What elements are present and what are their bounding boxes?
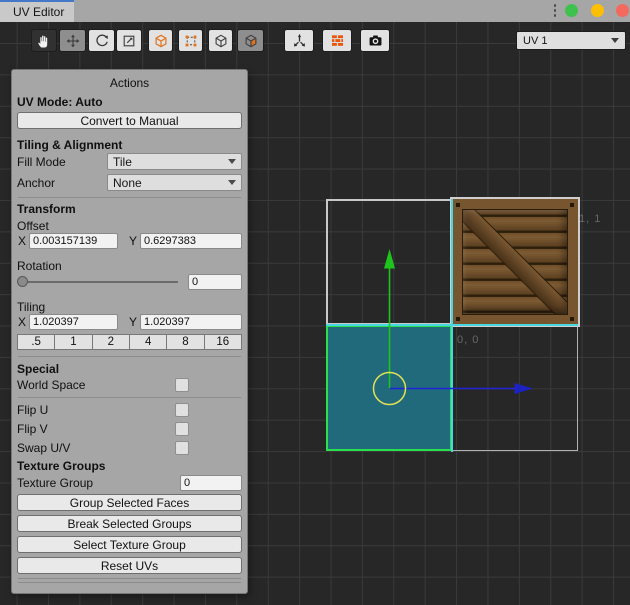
window-button-green[interactable]: [565, 4, 578, 17]
quick-tiling-8-button[interactable]: 8: [166, 334, 204, 350]
bottom-divider: [18, 582, 241, 583]
fill-mode-label: Fill Mode: [17, 155, 107, 169]
flip-v-label: Flip V: [17, 422, 175, 436]
quick-tiling-05-button[interactable]: .5: [17, 334, 55, 350]
flip-u-label: Flip U: [17, 403, 175, 417]
anchor-dropdown[interactable]: None: [107, 174, 242, 191]
offset-y-label: Y: [128, 234, 137, 248]
tiling-label: Tiling: [17, 300, 242, 313]
vertex-mode-icon: [183, 33, 199, 49]
selected-face-quad[interactable]: [326, 325, 452, 451]
tiling-x-label: X: [17, 315, 26, 329]
swap-uv-checkbox[interactable]: [175, 441, 189, 455]
hand-icon: [36, 33, 52, 49]
object-cube-icon: [153, 33, 169, 49]
tab-uv-editor[interactable]: UV Editor: [0, 0, 74, 22]
render-uv-template-button[interactable]: [322, 29, 352, 52]
fill-mode-dropdown[interactable]: Tile: [107, 153, 242, 170]
vertex-mode-button[interactable]: [178, 29, 203, 52]
transform-header: Transform: [17, 202, 242, 215]
crate-bolt: [570, 317, 574, 321]
window-button-yellow[interactable]: [591, 4, 604, 17]
object-mode-button[interactable]: [148, 29, 173, 52]
dropdown-arrow-icon: [228, 180, 236, 185]
section-divider: [18, 197, 241, 198]
tab-title: UV Editor: [13, 5, 64, 19]
tiling-x-field[interactable]: [29, 314, 118, 330]
face-mode-icon: [243, 33, 259, 49]
special-header: Special: [17, 362, 242, 375]
section-divider: [18, 356, 241, 357]
uv-mode-label: UV Mode: Auto: [17, 95, 242, 108]
uv-quad-top-left[interactable]: [326, 199, 452, 325]
tiling-y-label: Y: [128, 315, 137, 329]
bottom-divider: [18, 578, 241, 579]
dropdown-arrow-icon: [611, 38, 619, 43]
anchor-value: None: [113, 176, 142, 190]
flip-v-checkbox[interactable]: [175, 422, 189, 436]
rotate-icon: [94, 33, 110, 49]
move-icon: [65, 33, 81, 49]
texture-groups-header: Texture Groups: [17, 459, 242, 472]
texture-group-field[interactable]: [180, 475, 242, 491]
panel-title: Actions: [17, 76, 242, 90]
anchor-label: Anchor: [17, 176, 107, 190]
scale-icon: [121, 33, 137, 49]
reset-uvs-button[interactable]: Reset UVs: [17, 557, 242, 574]
u-axis-line: [326, 324, 578, 326]
window-menu-icon[interactable]: [553, 4, 557, 17]
rotation-value-field[interactable]: [188, 274, 242, 290]
uv-editor-window: 0, 0 1, 1: [0, 0, 630, 605]
edge-mode-button[interactable]: [208, 29, 233, 52]
quick-tiling-1-button[interactable]: 1: [54, 334, 92, 350]
fill-mode-value: Tile: [113, 155, 132, 169]
rotate-tool-button[interactable]: [88, 29, 115, 52]
quick-tiling-4-button[interactable]: 4: [129, 334, 167, 350]
group-selected-faces-button[interactable]: Group Selected Faces: [17, 494, 242, 511]
section-divider: [18, 397, 241, 398]
actions-panel: Actions UV Mode: Auto Convert to Manual …: [11, 69, 248, 594]
rotation-label: Rotation: [17, 259, 242, 272]
window-button-red[interactable]: [616, 4, 629, 17]
flip-u-checkbox[interactable]: [175, 403, 189, 417]
unit-coordinate-label: 1, 1: [579, 213, 601, 225]
break-selected-groups-button[interactable]: Break Selected Groups: [17, 515, 242, 532]
uv-channel-value: UV 1: [523, 35, 547, 47]
rotation-slider-handle[interactable]: [17, 276, 28, 287]
crate-bolt: [456, 317, 460, 321]
tiling-alignment-header: Tiling & Alignment: [17, 138, 242, 151]
convert-to-manual-button[interactable]: Convert to Manual: [17, 112, 242, 129]
unwrap-arrows-icon: [291, 32, 308, 49]
world-space-checkbox[interactable]: [175, 378, 189, 392]
origin-coordinate-label: 0, 0: [457, 334, 479, 346]
select-texture-group-button[interactable]: Select Texture Group: [17, 536, 242, 553]
dropdown-arrow-icon: [228, 159, 236, 164]
crate-frame: [452, 199, 578, 325]
project-uv-button[interactable]: [284, 29, 314, 52]
face-mode-button[interactable]: [237, 29, 264, 52]
offset-label: Offset: [17, 219, 242, 232]
pan-tool-button[interactable]: [31, 29, 57, 52]
scale-tool-button[interactable]: [116, 29, 142, 52]
world-space-label: World Space: [17, 378, 175, 392]
move-tool-button[interactable]: [59, 29, 86, 52]
crate-bolt: [570, 203, 574, 207]
offset-y-field[interactable]: [140, 233, 242, 249]
crate-bolt: [456, 203, 460, 207]
crate-texture-quad[interactable]: [452, 199, 578, 325]
tiling-y-field[interactable]: [140, 314, 242, 330]
rotation-slider[interactable]: [17, 281, 178, 283]
offset-x-field[interactable]: [29, 233, 118, 249]
offset-x-label: X: [17, 234, 26, 248]
uv-channel-dropdown[interactable]: UV 1: [516, 31, 626, 50]
texture-group-label: Texture Group: [17, 476, 180, 490]
title-bar: UV Editor: [0, 0, 630, 22]
swap-uv-label: Swap U/V: [17, 441, 175, 455]
edge-mode-icon: [213, 33, 229, 49]
bricks-icon: [329, 32, 346, 49]
screenshot-button[interactable]: [360, 29, 390, 52]
quick-tiling-2-button[interactable]: 2: [92, 334, 130, 350]
quick-tiling-16-button[interactable]: 16: [204, 334, 242, 350]
camera-icon: [367, 32, 384, 49]
